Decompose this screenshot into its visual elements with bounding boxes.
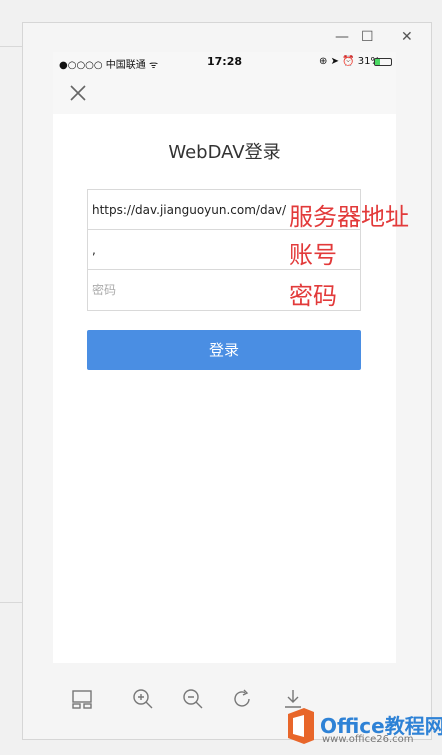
page-title: WebDAV登录 [168,142,281,163]
nav-bar [53,72,396,114]
account-input[interactable] [88,230,360,269]
server-field-row [88,190,360,230]
divider [0,602,22,603]
office-logo-icon [288,708,314,744]
battery-icon [374,58,392,66]
site-watermark: Office教程网 www.office26.com [278,700,442,750]
close-window-icon[interactable]: ✕ [401,29,413,45]
rotate-icon[interactable] [232,688,254,710]
zoom-out-icon[interactable] [182,688,204,710]
account-field-row [88,230,360,270]
login-button[interactable]: 登录 [87,330,361,370]
watermark-url: www.office26.com [322,734,414,745]
password-field-row [88,270,360,310]
login-form [87,189,361,311]
phone-screen: ●○○○○ 中国联通 ᯤ 17:28 ⊕ ➤ ⏰ 31% WebDAV登录 服务… [53,52,409,663]
status-bar: ●○○○○ 中国联通 ᯤ 17:28 ⊕ ➤ ⏰ 31% [53,52,396,72]
minimize-icon[interactable]: — [335,29,349,45]
battery-level [375,59,380,65]
sidebar-layout-icon[interactable] [71,688,93,710]
maximize-icon[interactable]: ☐ [361,29,374,45]
status-indicators: ⊕ ➤ ⏰ 31% [319,56,380,67]
divider [0,46,22,47]
server-url-input[interactable] [88,190,360,229]
password-input[interactable] [88,270,360,310]
close-icon[interactable] [66,81,90,105]
zoom-in-icon[interactable] [132,688,154,710]
